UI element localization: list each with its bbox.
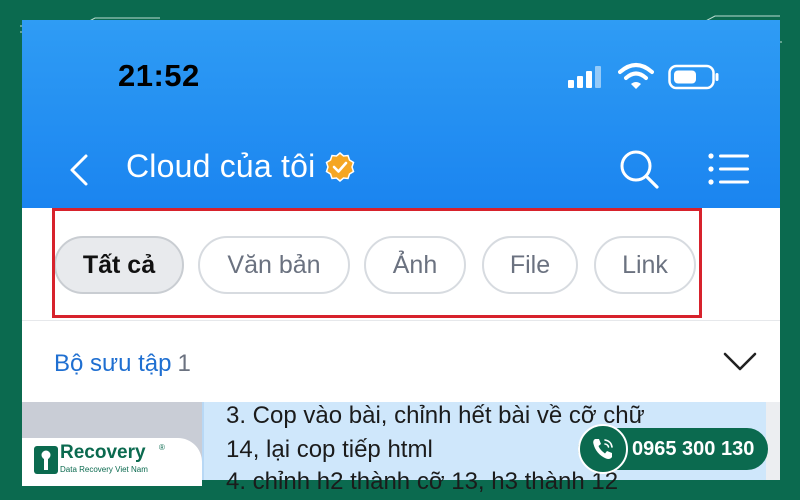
divider: [22, 320, 780, 321]
back-icon[interactable]: [66, 152, 92, 188]
note-line: 14, lại cop tiếp html: [226, 436, 433, 463]
brand-tagline: Data Recovery Viet Nam: [60, 465, 148, 474]
status-time: 21:52: [118, 58, 200, 93]
verified-icon: [325, 151, 355, 182]
wifi-icon: [618, 63, 654, 89]
note-line: 4. chỉnh h2 thành cỡ 13, h3 thành 12: [226, 468, 619, 495]
menu-icon[interactable]: [708, 152, 752, 186]
highlight-box: [52, 208, 702, 318]
chevron-down-icon[interactable]: [722, 350, 758, 374]
brand-logo-icon: [34, 446, 58, 474]
search-icon[interactable]: [618, 148, 660, 190]
phone-number: 0965 300 130: [632, 437, 755, 460]
page-title: Cloud của tôi: [126, 148, 355, 185]
collection-count: 1: [177, 350, 191, 377]
signal-icon: [568, 66, 601, 88]
battery-icon: [668, 64, 719, 90]
page-title-text: Cloud của tôi: [126, 148, 316, 184]
collection-label: Bộ sưu tập: [54, 350, 172, 377]
collection-title[interactable]: Bộ sưu tập 1: [54, 350, 191, 378]
note-line: 3. Cop vào bài, chỉnh hết bài về cỡ chữ: [226, 402, 645, 429]
brand-name: Recovery: [60, 442, 146, 463]
phone-icon: [593, 439, 613, 459]
brand-reg-mark: ®: [159, 443, 165, 452]
